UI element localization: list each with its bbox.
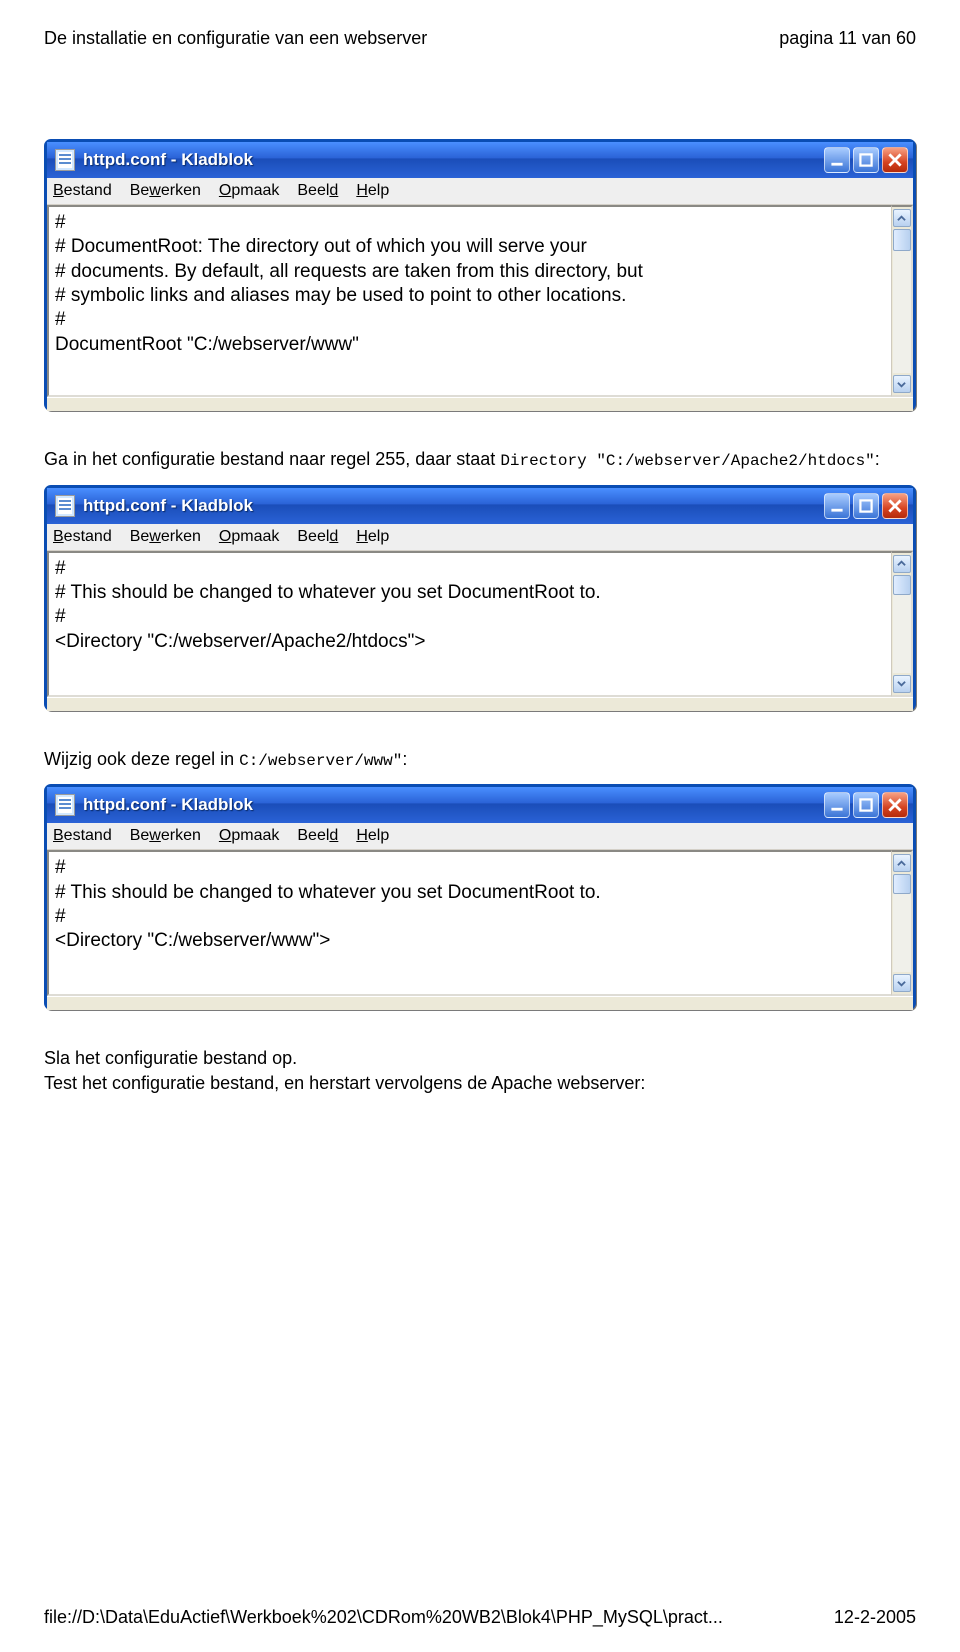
maximize-button[interactable] [853,493,879,519]
scroll-down-button[interactable] [893,375,911,393]
para1-code: Directory "C:/webserver/Apache2/htdocs" [500,452,874,470]
menu-beeld[interactable]: Beeld [297,182,338,200]
chevron-up-icon [897,859,906,868]
minimize-icon [830,798,844,812]
scroll-up-button[interactable] [893,555,911,573]
minimize-button[interactable] [824,792,850,818]
notepad-icon [55,794,75,816]
para3-line1: Sla het configuratie bestand op. [44,1048,297,1068]
titlebar[interactable]: httpd.conf - Kladblok [47,142,913,178]
menu-help[interactable]: Help [356,182,389,200]
close-button[interactable] [882,792,908,818]
maximize-icon [859,153,873,167]
menu-bestand[interactable]: Bestand [53,827,112,845]
para2-text: Wijzig ook deze regel in [44,749,239,769]
doc-title: De installatie en configuratie van een w… [44,28,427,49]
vertical-scrollbar[interactable] [891,850,913,996]
window-controls [824,493,908,519]
scroll-track[interactable] [893,874,911,972]
minimize-icon [830,499,844,513]
chevron-down-icon [897,380,906,389]
menu-opmaak[interactable]: Opmaak [219,182,279,200]
notepad-window-3: httpd.conf - Kladblok Bestand Bewerken O… [44,784,916,1010]
scroll-thumb[interactable] [893,575,911,595]
menu-beeld[interactable]: Beeld [297,528,338,546]
instruction-para-1: Ga in het configuratie bestand naar rege… [44,447,916,473]
chevron-down-icon [897,679,906,688]
menu-bestand[interactable]: Bestand [53,182,112,200]
chevron-down-icon [897,979,906,988]
menu-bewerken[interactable]: Bewerken [130,182,201,200]
statusbar [47,996,913,1010]
chevron-up-icon [897,214,906,223]
menu-opmaak[interactable]: Opmaak [219,528,279,546]
close-button[interactable] [882,147,908,173]
vertical-scrollbar[interactable] [891,205,913,397]
scroll-up-button[interactable] [893,209,911,227]
window-title: httpd.conf - Kladblok [83,795,824,815]
window-title: httpd.conf - Kladblok [83,150,824,170]
page-header: De installatie en configuratie van een w… [44,28,916,49]
menu-bestand[interactable]: Bestand [53,528,112,546]
notepad-icon [55,149,75,171]
statusbar [47,697,913,711]
menu-beeld[interactable]: Beeld [297,827,338,845]
scroll-up-button[interactable] [893,854,911,872]
menu-help[interactable]: Help [356,528,389,546]
footer-date: 12-2-2005 [834,1607,916,1628]
vertical-scrollbar[interactable] [891,551,913,697]
para2-code: C:/webserver/www" [239,752,402,770]
close-icon [888,499,902,513]
editor-textarea[interactable]: # # This should be changed to whatever y… [47,850,891,996]
menu-opmaak[interactable]: Opmaak [219,827,279,845]
scroll-down-button[interactable] [893,974,911,992]
menubar: Bestand Bewerken Opmaak Beeld Help [47,823,913,850]
maximize-button[interactable] [853,147,879,173]
window-controls [824,147,908,173]
editor-textarea[interactable]: # # This should be changed to whatever y… [47,551,891,697]
notepad-window-1: httpd.conf - Kladblok Bestand Bewerken O… [44,139,916,411]
maximize-button[interactable] [853,792,879,818]
scroll-thumb[interactable] [893,874,911,894]
instruction-para-2: Wijzig ook deze regel in C:/webserver/ww… [44,747,916,773]
para1-tail: : [875,449,880,469]
menu-bewerken[interactable]: Bewerken [130,827,201,845]
close-icon [888,798,902,812]
window-controls [824,792,908,818]
para1-text: Ga in het configuratie bestand naar rege… [44,449,500,469]
notepad-window-2: httpd.conf - Kladblok Bestand Bewerken O… [44,485,916,711]
editor-textarea[interactable]: # # DocumentRoot: The directory out of w… [47,205,891,397]
page-number: pagina 11 van 60 [779,28,916,49]
menubar: Bestand Bewerken Opmaak Beeld Help [47,178,913,205]
statusbar [47,397,913,411]
notepad-icon [55,495,75,517]
menu-help[interactable]: Help [356,827,389,845]
page-footer: file://D:\Data\EduActief\Werkboek%202\CD… [44,1607,916,1628]
instruction-para-3: Sla het configuratie bestand op. Test he… [44,1046,916,1096]
minimize-button[interactable] [824,147,850,173]
scroll-down-button[interactable] [893,675,911,693]
scroll-thumb[interactable] [893,229,911,251]
minimize-icon [830,153,844,167]
scroll-track[interactable] [893,575,911,673]
close-icon [888,153,902,167]
close-button[interactable] [882,493,908,519]
para2-tail: : [402,749,407,769]
scroll-track[interactable] [893,229,911,373]
maximize-icon [859,499,873,513]
titlebar[interactable]: httpd.conf - Kladblok [47,488,913,524]
footer-path: file://D:\Data\EduActief\Werkboek%202\CD… [44,1607,723,1628]
menubar: Bestand Bewerken Opmaak Beeld Help [47,524,913,551]
para3-line2: Test het configuratie bestand, en hersta… [44,1073,645,1093]
window-title: httpd.conf - Kladblok [83,496,824,516]
titlebar[interactable]: httpd.conf - Kladblok [47,787,913,823]
menu-bewerken[interactable]: Bewerken [130,528,201,546]
maximize-icon [859,798,873,812]
chevron-up-icon [897,559,906,568]
minimize-button[interactable] [824,493,850,519]
